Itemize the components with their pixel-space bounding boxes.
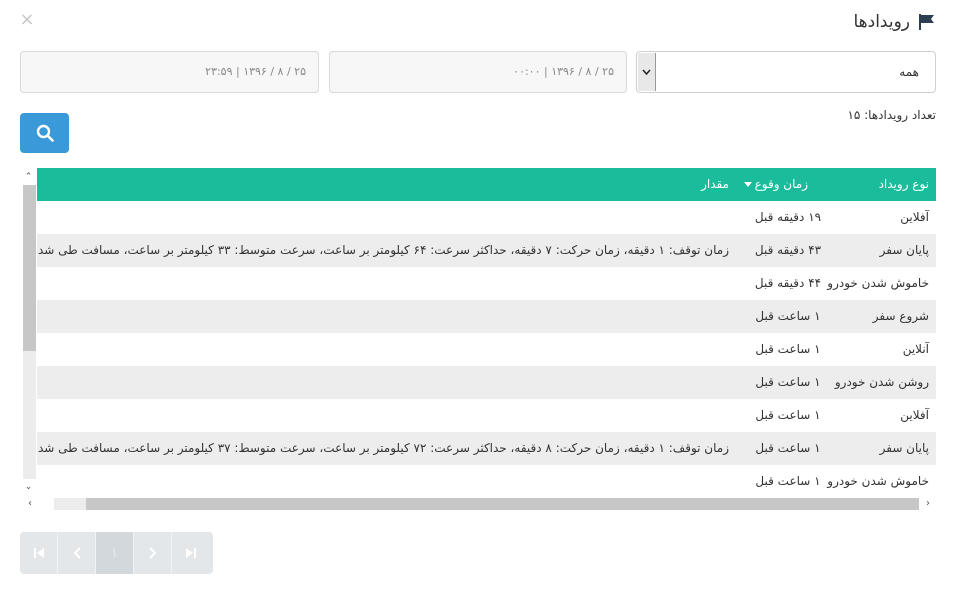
event-count: تعداد رویدادها: ۱۵ — [847, 108, 936, 122]
table-row[interactable]: پایان سفر ۱ ساعت قبل زمان توقف: ۱ دقیقه،… — [37, 432, 936, 465]
next-page-button[interactable] — [134, 532, 172, 574]
cell-time: ۱ ساعت قبل — [755, 474, 821, 488]
table-row[interactable]: شروع سفر ۱ ساعت قبل — [37, 300, 936, 333]
cell-type: خاموش شدن خودرو — [827, 474, 929, 488]
column-header-time-label: زمان وقوع — [754, 177, 808, 191]
search-button[interactable] — [20, 113, 69, 153]
first-page-button[interactable] — [20, 532, 58, 574]
close-icon[interactable]: × — [19, 9, 34, 30]
cell-type: آفلاین — [900, 408, 929, 422]
flag-icon — [919, 14, 934, 30]
chevron-up-icon[interactable]: ⌃ — [20, 170, 37, 184]
current-page-label: ۱ — [111, 545, 118, 561]
next-page-icon — [148, 547, 156, 559]
close-button[interactable]: × — [18, 10, 36, 30]
chevron-down-icon[interactable] — [638, 53, 656, 91]
cell-type: آنلاین — [902, 342, 929, 356]
search-icon — [36, 124, 54, 142]
cell-type: پایان سفر — [879, 243, 929, 257]
column-header-time[interactable]: زمان وقوع — [743, 168, 808, 201]
page-number-button[interactable]: ۱ — [96, 532, 134, 574]
cell-time: ۱ ساعت قبل — [755, 408, 821, 422]
cell-time: ۴۴ دقیقه قبل — [754, 276, 822, 290]
chevron-down-icon[interactable]: ⌄ — [20, 480, 37, 494]
cell-type: خاموش شدن خودرو — [827, 276, 929, 290]
cell-time: ۱ ساعت قبل — [755, 309, 821, 323]
cell-time: ۱ ساعت قبل — [755, 342, 821, 356]
table-row[interactable]: خاموش شدن خودرو ۴۴ دقیقه قبل — [37, 267, 936, 300]
cell-time: ۱۹ دقیقه قبل — [754, 210, 822, 224]
table-row[interactable]: پایان سفر ۴۳ دقیقه قبل زمان توقف: ۱ دقیق… — [37, 234, 936, 267]
cell-type: شروع سفر — [872, 309, 929, 323]
table-grid: نوع رویداد زمان وقوع مقدار آفلاین ۱۹ دقی… — [37, 168, 936, 496]
cell-type: پایان سفر — [879, 441, 929, 455]
pagination: ۱ — [20, 532, 213, 574]
column-header-type[interactable]: نوع رویداد — [879, 168, 929, 201]
date-to-field[interactable]: ۲۵ / ۸ / ۱۳۹۶ | ۲۳:۵۹ — [20, 51, 319, 93]
cell-time: ۱ ساعت قبل — [755, 441, 821, 455]
horizontal-scrollbar[interactable]: ‹ › — [28, 496, 936, 513]
chevron-right-icon[interactable]: › — [921, 497, 935, 511]
table-header: نوع رویداد زمان وقوع مقدار — [37, 168, 936, 201]
date-to-value: ۲۵ / ۸ / ۱۳۹۶ | ۲۳:۵۹ — [205, 65, 306, 78]
event-type-select[interactable]: همه — [636, 51, 936, 93]
events-table: ⌃ ⌄ نوع رویداد زمان وقوع مقدار آفلاین ۱۹… — [20, 168, 936, 513]
cell-value: زمان توقف: ۱ دقیقه، زمان حرکت: ۷ دقیقه، … — [37, 243, 729, 257]
first-page-icon — [33, 548, 44, 558]
scroll-thumb[interactable] — [86, 498, 919, 510]
previous-page-button[interactable] — [58, 532, 96, 574]
scroll-thumb[interactable] — [23, 185, 36, 351]
sort-desc-icon — [743, 182, 752, 187]
table-row[interactable]: آفلاین ۱۹ دقیقه قبل — [37, 201, 936, 234]
dialog-title: رویدادها — [853, 12, 910, 32]
events-dialog: × رویدادها همه ۲۵ / ۸ / ۱۳۹۶ | ۰۰:۰۰ ۲۵ … — [0, 0, 956, 600]
cell-type: آفلاین — [900, 210, 929, 224]
cell-time: ۱ ساعت قبل — [755, 375, 821, 389]
last-page-icon — [186, 548, 196, 558]
chevron-left-icon[interactable]: ‹ — [23, 497, 37, 511]
table-row[interactable]: آفلاین ۱ ساعت قبل — [37, 399, 936, 432]
vertical-scrollbar[interactable]: ⌃ ⌄ — [20, 168, 37, 496]
column-header-value[interactable]: مقدار — [701, 168, 729, 201]
table-row[interactable]: خاموش شدن خودرو ۱ ساعت قبل — [37, 465, 936, 496]
table-row[interactable]: آنلاین ۱ ساعت قبل — [37, 333, 936, 366]
date-from-field[interactable]: ۲۵ / ۸ / ۱۳۹۶ | ۰۰:۰۰ — [329, 51, 627, 93]
event-type-selected: همه — [899, 65, 919, 79]
previous-page-icon — [73, 547, 81, 559]
cell-value: زمان توقف: ۱ دقیقه، زمان حرکت: ۸ دقیقه، … — [37, 441, 729, 455]
cell-time: ۴۳ دقیقه قبل — [754, 243, 822, 257]
dialog-header: رویدادها — [853, 10, 936, 34]
last-page-button[interactable] — [172, 532, 210, 574]
date-from-value: ۲۵ / ۸ / ۱۳۹۶ | ۰۰:۰۰ — [513, 65, 614, 78]
table-row[interactable]: روشن شدن خودرو ۱ ساعت قبل — [37, 366, 936, 399]
cell-type: روشن شدن خودرو — [834, 375, 929, 389]
